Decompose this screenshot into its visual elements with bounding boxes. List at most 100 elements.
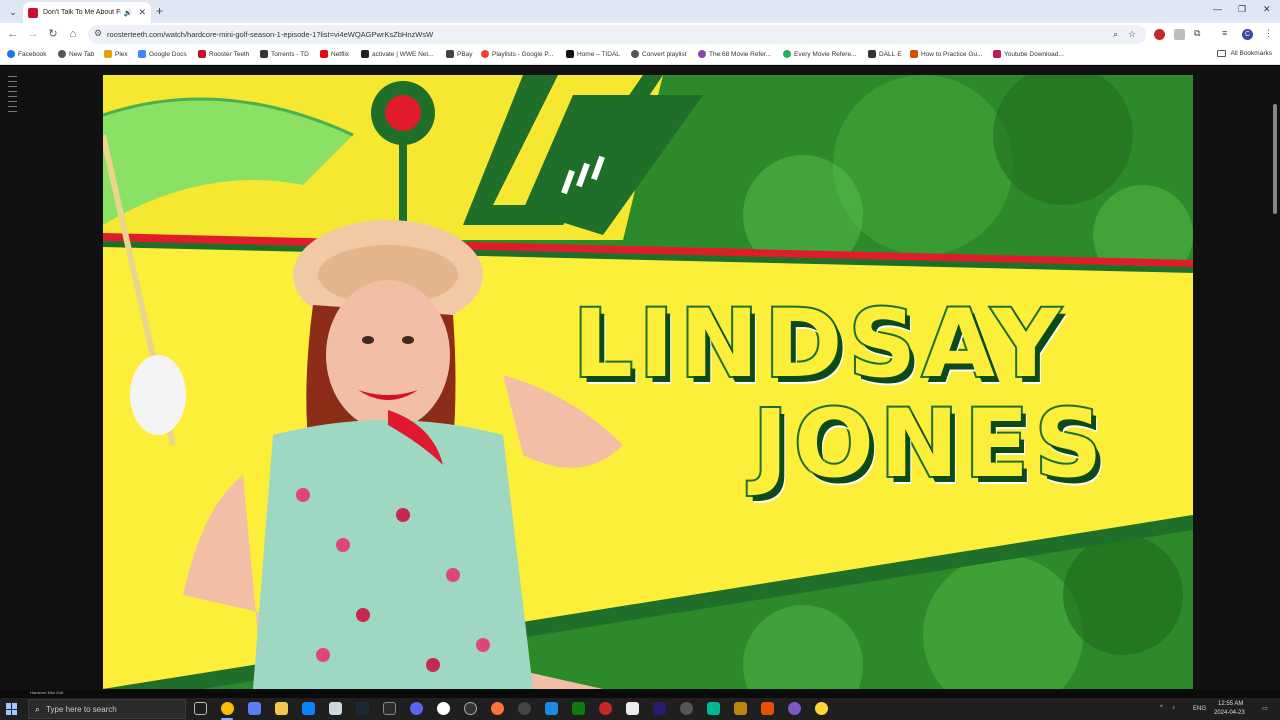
purple-app-icon[interactable] <box>788 702 801 715</box>
media-app-icon[interactable] <box>464 702 477 715</box>
download-icon <box>993 50 1001 58</box>
taskbar-search-box[interactable]: ⌕ Type here to search <box>28 699 186 719</box>
reload-icon[interactable]: ↻ <box>46 28 60 41</box>
rooster-teeth-favicon-icon <box>28 7 38 18</box>
steam-icon[interactable] <box>356 702 369 715</box>
player-sidebar-menu-icon[interactable] <box>8 76 17 116</box>
task-view-icon[interactable] <box>194 702 207 715</box>
tab-search-icon[interactable]: ⌄ <box>6 5 20 19</box>
app-white-icon[interactable] <box>626 702 639 715</box>
all-bookmarks-button[interactable]: All Bookmarks <box>1217 50 1272 57</box>
search-icon: ⌕ <box>35 703 41 714</box>
home-icon[interactable]: ⌂ <box>66 28 80 41</box>
volume-icon[interactable]: ♪ <box>1172 705 1175 711</box>
extension-generic-icon[interactable] <box>1174 29 1185 40</box>
movie-icon <box>698 50 706 58</box>
bookmark-new-tab[interactable]: New Tab <box>58 50 94 58</box>
netflix-icon <box>320 50 328 58</box>
bookmark-68-movie[interactable]: The 68 Movie Refer... <box>698 50 771 58</box>
bookmark-convert-playlist[interactable]: Convert playlist <box>631 50 686 58</box>
bookmark-rooster-teeth[interactable]: Rooster Teeth <box>198 50 249 58</box>
tab-title: Don't Talk To Me About Fr <box>43 9 121 16</box>
norton-icon[interactable] <box>815 702 828 715</box>
movie-icon <box>783 50 791 58</box>
bookmark-practice-guitar[interactable]: How to Practice Gu... <box>910 50 982 58</box>
bookmark-netflix[interactable]: Netflix <box>320 50 349 58</box>
plex-icon <box>104 50 112 58</box>
premiere-icon[interactable] <box>653 702 666 715</box>
wwe-icon <box>361 50 369 58</box>
bookmark-torrents[interactable]: Torrents - TD <box>260 50 309 58</box>
zoom-search-icon[interactable]: ⌕ <box>1113 29 1118 40</box>
edge-icon[interactable] <box>302 702 315 715</box>
extension-opera-icon[interactable] <box>1154 29 1165 40</box>
td-icon <box>260 50 268 58</box>
firefox-icon[interactable] <box>491 702 504 715</box>
clock-time[interactable]: 12:55 AM <box>1218 701 1243 707</box>
file-explorer-icon[interactable] <box>275 702 288 715</box>
address-bar[interactable]: ⚙ roosterteeth.com/watch/hardcore-mini-g… <box>88 25 1146 44</box>
arrow-app-icon[interactable] <box>518 702 531 715</box>
bookmark-google-docs[interactable]: Google Docs <box>138 50 187 58</box>
shield-app-icon[interactable] <box>248 702 261 715</box>
menu-kebab-icon[interactable]: ⋮ <box>1264 28 1273 39</box>
close-tab-icon[interactable]: ✕ <box>138 7 146 18</box>
bookmark-dalle[interactable]: DALL·E <box>868 50 902 58</box>
dalle-icon <box>868 50 876 58</box>
tray-chevron-icon[interactable]: ^ <box>1160 705 1163 711</box>
profile-avatar[interactable]: C <box>1242 29 1253 40</box>
bookmark-pbay[interactable]: PBay <box>446 50 473 58</box>
bookmark-playlists[interactable]: Playlists - Google P... <box>481 50 553 58</box>
orange-app-icon[interactable] <box>761 702 774 715</box>
clock-date[interactable]: 2024-04-23 <box>1214 710 1245 716</box>
mini-player-strip: Hardcore Mini Golf <box>0 690 1280 698</box>
globe-icon <box>631 50 639 58</box>
discord-icon[interactable] <box>410 702 423 715</box>
site-info-icon[interactable]: ⚙ <box>94 28 102 39</box>
forward-icon[interactable]: → <box>26 28 40 41</box>
search-placeholder: Type here to search <box>46 704 117 714</box>
windows-taskbar: ⌕ Type here to search ^ ♪ ENG 12:55 AM 2… <box>0 698 1280 720</box>
play-icon <box>481 50 489 58</box>
window-close-icon[interactable]: ✕ <box>1263 4 1271 15</box>
bookmarks-bar: Facebook New Tab Plex Google Docs Rooste… <box>0 46 1280 65</box>
bookmark-star-icon[interactable]: ☆ <box>1128 29 1136 40</box>
bookmark-every-movie[interactable]: Every Movie Refere... <box>783 50 857 58</box>
chrome-icon[interactable] <box>221 702 234 715</box>
tidal-icon <box>566 50 574 58</box>
bookmark-plex[interactable]: Plex <box>104 50 128 58</box>
xbox-icon[interactable] <box>572 702 585 715</box>
bookmark-facebook[interactable]: Facebook <box>7 50 47 58</box>
speaker-icon[interactable]: 🔊 <box>124 9 133 17</box>
guitar-icon <box>910 50 918 58</box>
language-indicator[interactable]: ENG <box>1193 706 1206 712</box>
notifications-icon[interactable]: ▭ <box>1262 705 1268 712</box>
audition-icon[interactable] <box>707 702 720 715</box>
new-tab-button[interactable]: + <box>156 4 163 18</box>
bookmark-tidal[interactable]: Home – TIDAL <box>566 50 620 58</box>
browser-toolbar: ← → ↻ ⌂ ⚙ roosterteeth.com/watch/hardcor… <box>0 23 1280 46</box>
mini-strip-label: Hardcore Mini Golf <box>30 690 64 695</box>
extensions-puzzle-icon[interactable]: ⧉ <box>1194 28 1200 39</box>
window-app-icon[interactable] <box>545 702 558 715</box>
facebook-icon <box>7 50 15 58</box>
maximize-icon[interactable]: ❐ <box>1238 4 1246 15</box>
docs-icon <box>138 50 146 58</box>
folder-app-icon[interactable] <box>734 702 747 715</box>
minimize-icon[interactable]: — <box>1213 4 1222 14</box>
back-icon[interactable]: ← <box>6 28 20 41</box>
app-red-icon[interactable] <box>599 702 612 715</box>
terminal-icon[interactable] <box>383 702 396 715</box>
last-name-title: JONES <box>751 390 1109 499</box>
bookmark-wwe[interactable]: activate | WWE Net... <box>361 50 434 58</box>
clock-app-icon[interactable] <box>680 702 693 715</box>
windows-start-icon[interactable] <box>6 703 18 715</box>
scrollbar-thumb[interactable] <box>1273 104 1277 214</box>
media-control-icon[interactable]: ≡ <box>1222 28 1227 38</box>
active-tab[interactable]: Don't Talk To Me About Fr 🔊 ✕ <box>23 2 151 23</box>
video-player[interactable]: LINDSAY JONES <box>103 75 1193 689</box>
bookmark-youtube-download[interactable]: Youtube Download... <box>993 50 1064 58</box>
store-icon[interactable] <box>329 702 342 715</box>
q-app-icon[interactable] <box>437 702 450 715</box>
rooster-teeth-icon <box>198 50 206 58</box>
